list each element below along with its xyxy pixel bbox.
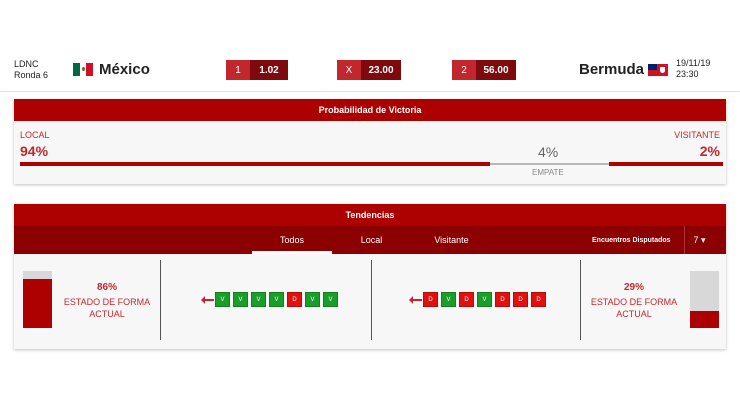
divider: [580, 260, 581, 340]
home-team[interactable]: México: [73, 61, 150, 78]
home-form-gauge: [23, 271, 52, 328]
match-time: 23:30: [676, 69, 699, 79]
win-result-badge[interactable]: V: [305, 292, 320, 307]
home-form-percentage: 86%: [96, 282, 117, 293]
odd-value: 56.00: [476, 60, 516, 80]
win-result-badge[interactable]: V: [323, 292, 338, 307]
match-date: 19/11/19: [676, 58, 711, 68]
tendencies-card: Tendencias Todos Local Visitante Encuent…: [14, 204, 726, 349]
divider: [160, 260, 161, 340]
odd-key: X: [337, 60, 361, 80]
odd-away-button[interactable]: 2 56.00: [452, 60, 516, 80]
arrow-left-icon: [201, 295, 214, 304]
matches-played-dropdown[interactable]: 7 ▾: [684, 226, 714, 254]
local-probability-bar: [20, 162, 490, 166]
away-form-label: ESTADO DE FORMA ACTUAL: [590, 297, 678, 319]
draw-percentage: 4%: [538, 144, 559, 160]
tendencies-body: 86% ESTADO DE FORMA ACTUAL VVVVDVV DVDVD…: [14, 254, 726, 349]
home-form-gauge-fill: [23, 279, 52, 328]
win-result-badge[interactable]: V: [269, 292, 284, 307]
draw-label: EMPATE: [532, 168, 564, 177]
win-result-badge[interactable]: V: [441, 292, 456, 307]
home-results-sequence: VVVVDVV: [201, 292, 341, 307]
local-label: LOCAL: [20, 130, 50, 140]
odd-key: 2: [452, 60, 476, 80]
divider: [371, 260, 372, 340]
away-form-gauge-fill: [690, 311, 719, 328]
draw-probability-bar: [490, 163, 609, 165]
away-probability-bar: [609, 162, 723, 166]
tab-todos[interactable]: Todos: [252, 226, 332, 254]
loss-result-badge[interactable]: D: [495, 292, 510, 307]
win-result-badge[interactable]: V: [477, 292, 492, 307]
competition-name: LDNC: [14, 59, 39, 69]
away-label: VISITANTE: [674, 130, 720, 140]
win-result-badge[interactable]: V: [233, 292, 248, 307]
win-result-badge[interactable]: V: [251, 292, 266, 307]
local-percentage: 94%: [20, 143, 49, 159]
away-percentage: 2%: [699, 143, 720, 159]
loss-result-badge[interactable]: D: [459, 292, 474, 307]
away-team[interactable]: Bermuda: [579, 61, 669, 78]
loss-result-badge[interactable]: D: [287, 292, 302, 307]
match-datetime: 19/11/19 23:30: [676, 58, 710, 80]
tab-visitante[interactable]: Visitante: [424, 226, 479, 254]
matches-played-label: Encuentros Disputados: [592, 236, 671, 244]
loss-result-badge[interactable]: D: [531, 292, 546, 307]
win-probability-title: Probabilidad de Victoria: [14, 99, 726, 121]
tendencies-tabs: Todos Local Visitante Encuentros Disputa…: [14, 226, 726, 254]
tab-local[interactable]: Local: [344, 226, 399, 254]
match-page: LDNC Ronda 6 México 1 1.02 X 23.00 2 56.…: [0, 0, 740, 416]
away-team-name: Bermuda: [579, 61, 645, 78]
bermuda-flag-icon: [648, 63, 669, 76]
competition-info: LDNC Ronda 6: [14, 59, 48, 81]
home-team-name: México: [99, 61, 150, 78]
odd-value: 1.02: [250, 60, 288, 80]
tendencies-title: Tendencias: [14, 204, 726, 226]
home-form-label: ESTADO DE FORMA ACTUAL: [63, 297, 151, 319]
odd-key: 1: [226, 60, 250, 80]
away-results-sequence: DVDVDDD: [409, 292, 549, 307]
loss-result-badge[interactable]: D: [423, 292, 438, 307]
away-form-percentage: 29%: [623, 282, 644, 293]
odd-home-button[interactable]: 1 1.02: [226, 60, 288, 80]
odd-draw-button[interactable]: X 23.00: [337, 60, 401, 80]
mexico-flag-icon: [73, 63, 94, 76]
win-probability-card: Probabilidad de Victoria LOCAL 94% VISIT…: [14, 99, 726, 184]
away-form-gauge: [690, 271, 719, 328]
round-label: Ronda 6: [14, 70, 49, 80]
odd-value: 23.00: [361, 60, 401, 80]
arrow-left-icon: [409, 295, 422, 304]
match-header: LDNC Ronda 6 México 1 1.02 X 23.00 2 56.…: [0, 52, 740, 92]
win-result-badge[interactable]: V: [215, 292, 230, 307]
loss-result-badge[interactable]: D: [513, 292, 528, 307]
